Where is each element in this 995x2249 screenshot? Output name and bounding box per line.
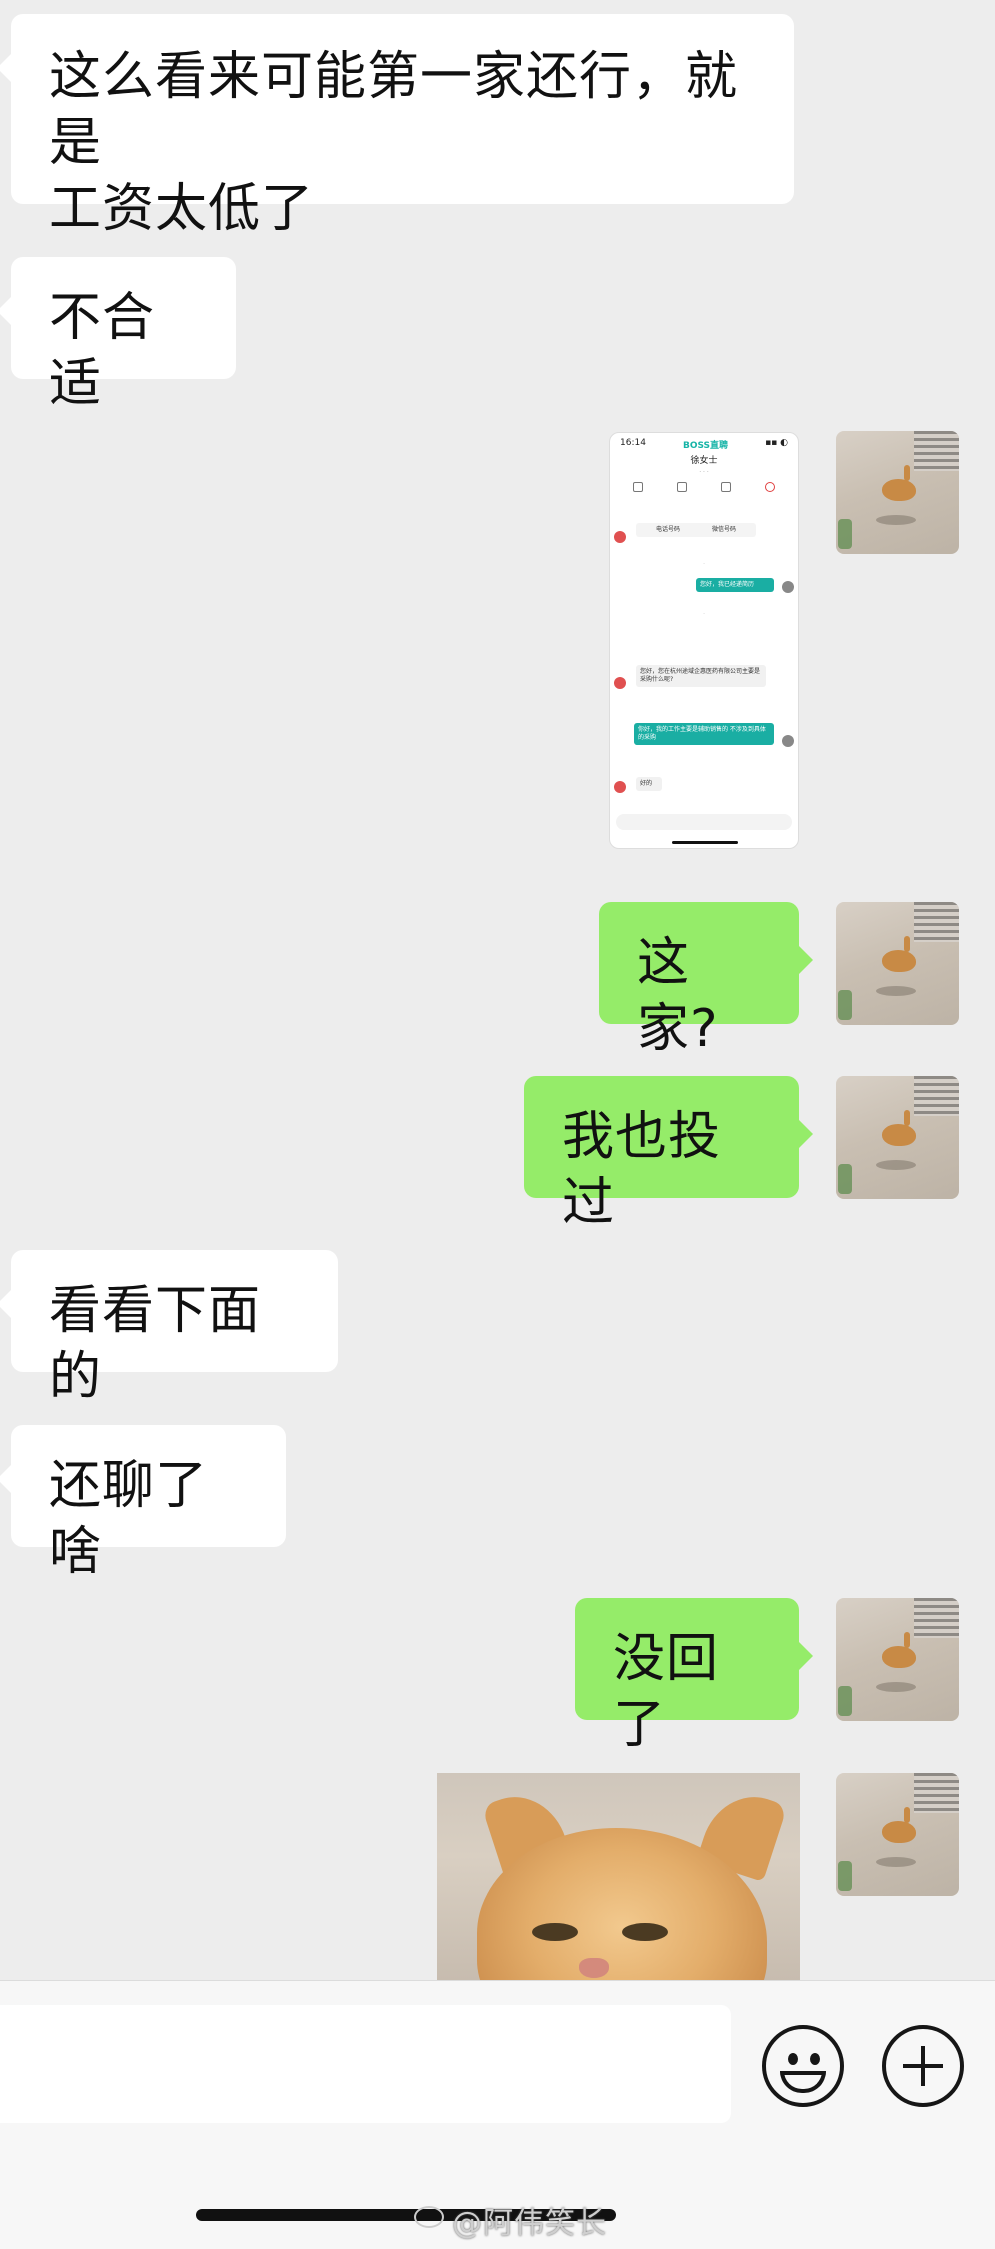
chat-bubble-in: 好的 [636,777,662,791]
avatar [614,677,626,689]
avatar [614,781,626,793]
message-text: 还聊了啥 [49,1456,209,1582]
status-time: 16:14 [620,438,646,448]
avatar[interactable] [836,1598,959,1721]
avatar-shelf [914,1076,959,1116]
rabbit-shadow [876,986,916,996]
avatar-shelf [914,431,959,471]
contact-subtitle: · · · [699,469,709,476]
plant [838,990,852,1020]
emoji-smile-icon[interactable] [762,2025,844,2107]
message-text: 这家? [637,933,719,1059]
plant [838,1164,852,1194]
message-bubble-incoming[interactable]: 这么看来可能第一家还行，就是 工资太低了 [0,14,794,239]
rabbit [882,465,916,501]
chat-header: 徐女士 · · · [610,456,798,478]
message-bubble-outgoing[interactable]: 我也投过 [524,1076,813,1233]
plus-circle-icon[interactable] [882,2025,964,2107]
message-text: 工资太低了 [49,179,315,239]
timestamp: · [703,561,705,567]
watermark: @阿伟笑长 [452,2206,607,2241]
emoji-eye [810,2053,820,2065]
chat-bubble-out: 你好，我的工作主要是辅助销售的 不涉及到具体的采购 [634,723,774,745]
timestamp: · [703,611,705,617]
avatar[interactable] [836,1773,959,1896]
weibo-icon [414,2206,444,2228]
avatar[interactable] [836,1076,959,1199]
avatar [782,735,794,747]
rabbit [882,1807,916,1843]
rabbit-shadow [876,1857,916,1867]
rabbit-shadow [876,1160,916,1170]
avatar[interactable] [836,902,959,1025]
wechat-option: 微信号码 [711,526,736,533]
rabbit-shadow [876,515,916,525]
emoji-eye [788,2053,798,2065]
plant [838,1686,852,1716]
avatar[interactable] [836,431,959,554]
shared-screenshot-image[interactable]: 16:14 BOSS直聘 ▪▪ ◐ 徐女士 · · · 电话号码 微信号码 · … [609,432,799,849]
cat-eye [532,1923,578,1941]
cat-eye [622,1923,668,1941]
avatar [782,581,794,593]
phone-option: 电话号码 [655,526,680,533]
rabbit-shadow [876,1682,916,1692]
home-indicator [672,841,738,844]
avatar [614,531,626,543]
message-bubble-outgoing[interactable]: 没回了 [575,1598,813,1755]
signal-icon: ▪▪ ◐ [765,438,788,448]
plant [838,519,852,549]
message-bubble-incoming[interactable]: 还聊了啥 [0,1425,286,1582]
block-icon [765,482,775,492]
message-bubble-outgoing[interactable]: 这家? [599,902,813,1059]
message-text: 不合适 [49,288,156,414]
resume-icon [633,482,643,492]
message-text: 看看下面的 [49,1281,262,1407]
contact-name: 徐女士 [690,456,718,466]
message-text: 这么看来可能第一家还行，就是 [49,47,739,173]
rabbit [882,1110,916,1146]
emoji-mouth [780,2071,826,2093]
action-icons-row [610,478,798,496]
chat-bubble-in: 您好，您在杭州途域企惠医药有限公司主要是采购什么呢? [636,665,766,687]
avatar-shelf [914,1773,959,1813]
contact-options-card: 电话号码 微信号码 [636,523,756,537]
cat-sticker-image[interactable] [437,1773,800,1980]
message-bubble-incoming[interactable]: 不合适 [0,257,236,414]
app-name: BOSS直聘 [682,441,729,451]
avatar-shelf [914,902,959,942]
rabbit [882,1632,916,1668]
message-input[interactable] [0,2005,731,2123]
cat-nose [579,1958,609,1978]
message-bubble-incoming[interactable]: 看看下面的 [0,1250,338,1407]
rabbit [882,936,916,972]
chat-bubble-out: 您好，我已经递简历 [696,578,774,592]
status-bar: 16:14 BOSS直聘 ▪▪ ◐ [610,433,798,456]
chat-input [616,814,792,830]
note-icon [721,482,731,492]
message-text: 没回了 [613,1629,720,1755]
plant [838,1861,852,1891]
chat-icon [677,482,687,492]
avatar-shelf [914,1598,959,1638]
message-text: 我也投过 [562,1107,722,1233]
